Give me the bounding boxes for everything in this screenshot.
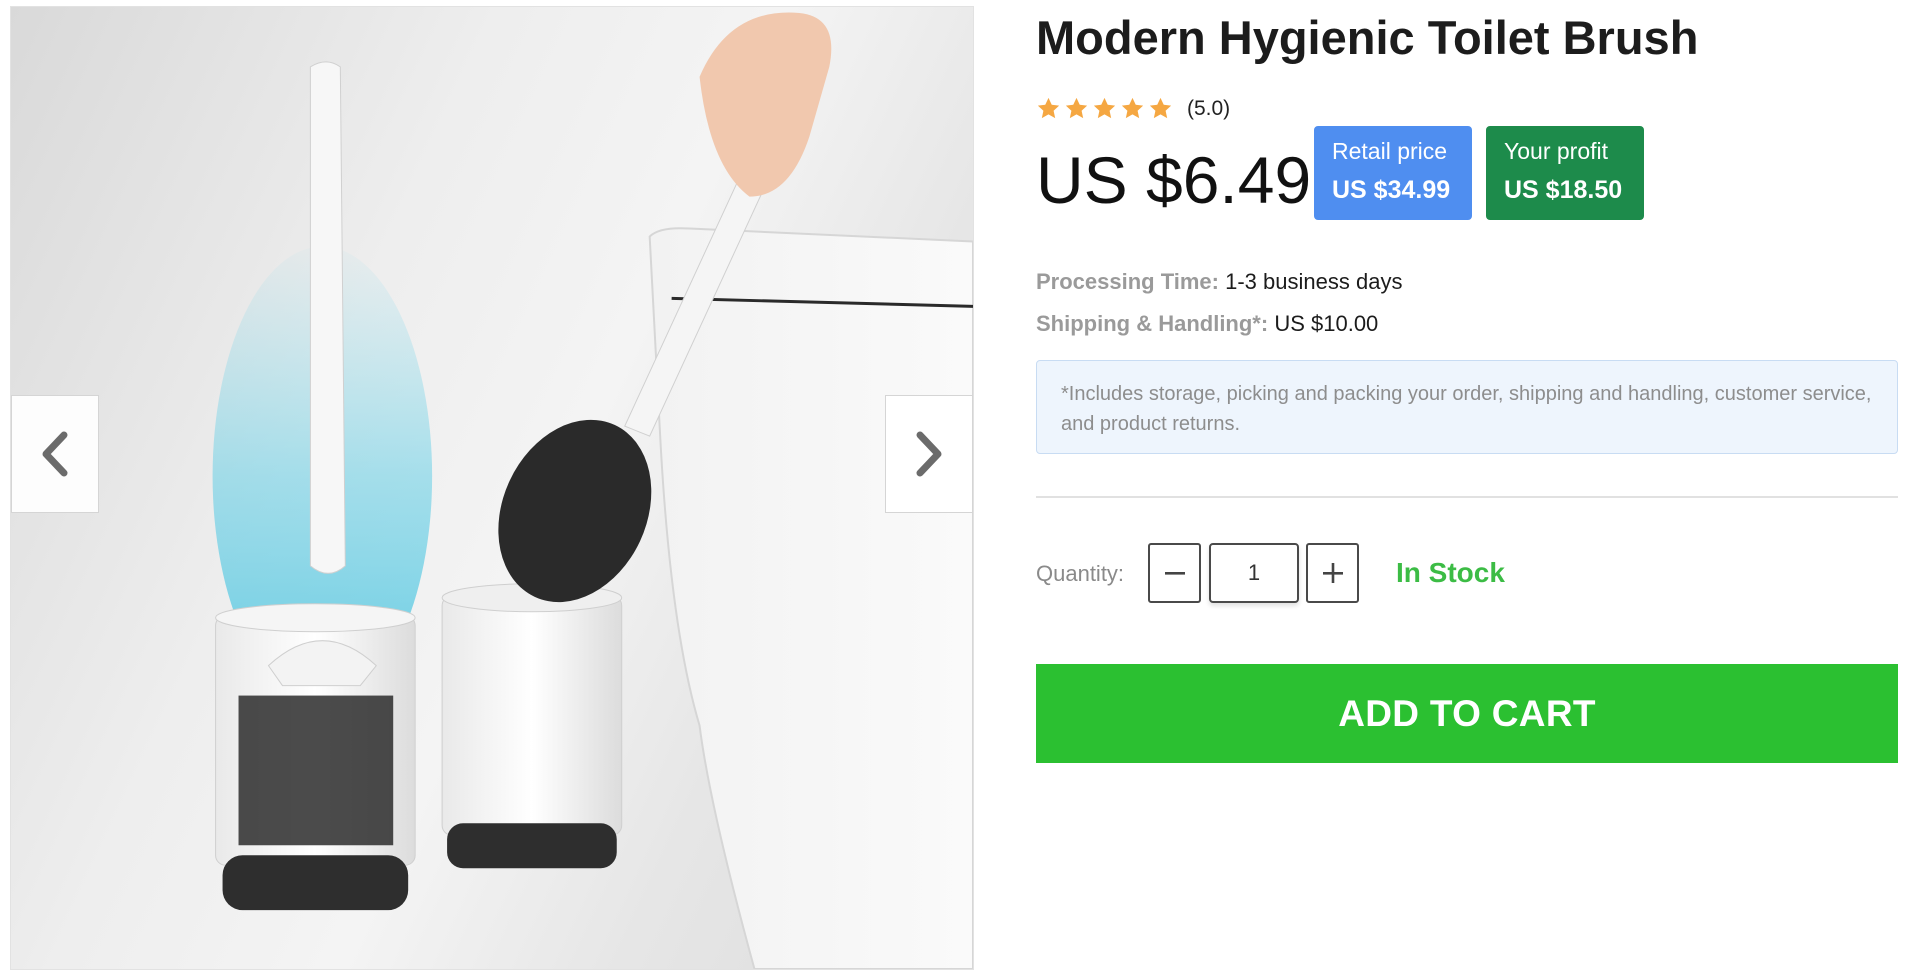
star-icon [1121,97,1144,119]
shipping-handling-label: Shipping & Handling*: [1036,311,1269,336]
quantity-input[interactable] [1209,543,1299,603]
plus-icon [1322,563,1343,583]
chevron-right-icon [916,431,942,477]
gallery-prev-button[interactable] [11,395,99,513]
product-photo [212,12,973,969]
shipping-note: *Includes storage, picking and packing y… [1036,360,1898,454]
chevron-left-icon [42,431,68,477]
profit-badge: Your profit US $18.50 [1486,126,1644,220]
retail-price-value: US $34.99 [1332,175,1451,204]
stock-status: In Stock [1396,557,1505,588]
quantity-decrease-button[interactable] [1148,543,1201,603]
shipping-handling-value: US $10.00 [1274,311,1379,336]
add-to-cart-button[interactable]: ADD TO CART [1036,664,1898,763]
processing-time: Processing Time: 1-3 business days [1036,269,1402,295]
shipping-handling: Shipping & Handling*: US $10.00 [1036,311,1378,337]
quantity-label: Quantity: [1036,561,1125,586]
processing-time-label: Processing Time: [1036,269,1219,294]
rating-stars [1036,96,1173,121]
quantity-increase-button[interactable] [1306,543,1359,603]
gallery-next-button[interactable] [885,395,973,513]
star-icon [1093,97,1116,119]
product-title: Modern Hygienic Toilet Brush [1036,11,1699,64]
retail-price-label: Retail price [1332,138,1448,164]
product-image-gallery [10,6,974,970]
profit-label: Your profit [1504,138,1608,164]
star-icon [1149,97,1172,119]
product-price: US $6.49 [1036,143,1312,217]
star-icon [1037,97,1060,119]
minus-icon [1164,572,1185,575]
rating-value: (5.0) [1187,96,1231,120]
retail-price-badge: Retail price US $34.99 [1314,126,1472,220]
profit-value: US $18.50 [1504,175,1623,204]
processing-time-value: 1-3 business days [1225,269,1403,294]
product-rating: (5.0) [1036,96,1230,121]
section-divider [1036,496,1898,498]
star-icon [1065,97,1088,119]
